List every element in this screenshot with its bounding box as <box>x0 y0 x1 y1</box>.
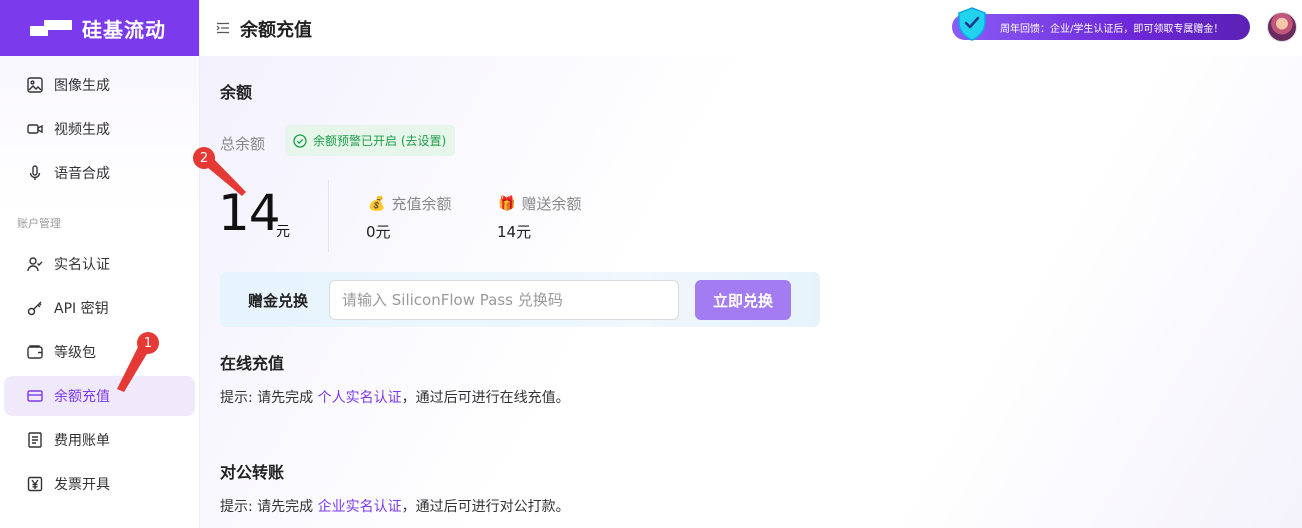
annotation-badge-2: 2 <box>193 147 215 169</box>
sidebar-item-invoice[interactable]: 发票开具 <box>4 464 195 504</box>
sidebar-item-label: 等级包 <box>54 345 96 361</box>
online-recharge-tip: 提示: 请先完成 个人实名认证，通过后可进行在线充值。 <box>220 387 570 407</box>
balance-alert-text: 余额预警已开启 (去设置) <box>313 134 447 148</box>
balance-alert-badge[interactable]: 余额预警已开启 (去设置) <box>285 125 455 156</box>
user-check-icon <box>27 257 43 272</box>
tip-suffix: ，通过后可进行对公打款。 <box>401 499 570 515</box>
corporate-transfer-tip: 提示: 请先完成 企业实名认证，通过后可进行对公打款。 <box>220 496 570 516</box>
money-bag-icon: 💰 <box>368 195 386 212</box>
sidebar-item-image-generation[interactable]: 图像生成 <box>4 65 195 105</box>
sidebar-item-label: 视频生成 <box>54 122 110 138</box>
total-balance-value: 14 <box>218 184 281 242</box>
recharge-balance-label: 💰 充值余额 <box>368 193 451 214</box>
tip-suffix: ，通过后可进行在线充值。 <box>401 390 570 406</box>
promo-text: 周年回馈：企业/学生认证后，即可领取专属赠金！ <box>1000 23 1224 35</box>
avatar[interactable] <box>1267 12 1297 42</box>
gift-icon: 🎁 <box>498 195 516 212</box>
sidebar-item-speech-synthesis[interactable]: 语音合成 <box>4 153 195 193</box>
microphone-icon <box>29 165 41 180</box>
redeem-code-input[interactable] <box>329 280 679 320</box>
gift-balance-value: 14元 <box>497 223 532 241</box>
redeem-label: 赠金兑换 <box>248 292 309 310</box>
corporate-transfer-title: 对公转账 <box>220 463 285 482</box>
yen-icon <box>27 476 43 492</box>
balance-section-title: 余额 <box>220 83 253 102</box>
gift-balance-label: 🎁 赠送余额 <box>498 193 581 214</box>
sidebar-item-label: 图像生成 <box>54 78 110 94</box>
sidebar-item-label: 语音合成 <box>54 166 110 182</box>
gift-balance-label-text: 赠送余额 <box>521 195 582 213</box>
card-icon <box>27 390 43 402</box>
sidebar-item-video-generation[interactable]: 视频生成 <box>4 109 195 149</box>
promo-banner[interactable]: 周年回馈：企业/学生认证后，即可领取专属赠金！ <box>952 7 1250 41</box>
redeem-button[interactable]: 立即兑换 <box>695 280 791 320</box>
video-icon <box>27 124 43 134</box>
top-header: 余额充值 周年回馈：企业/学生认证后，即可领取专属赠金！ <box>200 0 1302 56</box>
logo-text: 硅基流动 <box>82 17 166 42</box>
sidebar-item-billing[interactable]: 费用账单 <box>4 420 195 460</box>
page-title: 余额充值 <box>240 20 312 41</box>
annotation-badge-1: 1 <box>137 332 159 354</box>
recharge-balance-value: 0元 <box>366 223 391 241</box>
menu-collapse-icon[interactable] <box>216 21 230 35</box>
sidebar-section-title: 账户管理 <box>17 217 61 230</box>
recharge-balance-label-text: 充值余额 <box>391 195 452 213</box>
check-circle-icon <box>293 133 307 148</box>
logo[interactable]: 硅基流动 <box>0 0 199 56</box>
sidebar-item-label: 余额充值 <box>54 389 110 405</box>
sidebar-item-balance-recharge[interactable]: 余额充值 <box>4 376 195 416</box>
redeem-panel: 赠金兑换 立即兑换 <box>220 272 820 327</box>
sidebar-item-real-name-auth[interactable]: 实名认证 <box>4 244 195 284</box>
total-balance-unit: 元 <box>276 224 290 240</box>
image-icon <box>27 77 43 93</box>
sidebar-item-label: 费用账单 <box>54 433 110 449</box>
sidebar: 硅基流动 图像生成 视频生成 语音合成 账户管理 实名认证 API 密钥 等级包… <box>0 0 200 528</box>
key-icon <box>27 301 42 316</box>
sidebar-item-label: 发票开具 <box>54 477 110 493</box>
sidebar-item-tier-package[interactable]: 等级包 <box>4 332 195 372</box>
personal-verification-link[interactable]: 个人实名认证 <box>318 390 402 406</box>
main-content: 余额 总余额 余额预警已开启 (去设置) 14 元 💰 充值余额 0元 🎁 赠送… <box>200 56 1302 528</box>
total-balance-label: 总余额 <box>220 135 266 153</box>
sidebar-item-label: 实名认证 <box>54 257 110 273</box>
bill-icon <box>28 432 42 448</box>
tip-prefix: 提示: 请先完成 <box>220 390 318 406</box>
sidebar-item-api-keys[interactable]: API 密钥 <box>4 288 195 328</box>
shield-check-icon <box>958 7 986 41</box>
tip-prefix: 提示: 请先完成 <box>220 499 318 515</box>
wallet-icon <box>27 345 43 359</box>
logo-mark-icon <box>30 18 74 38</box>
enterprise-verification-link[interactable]: 企业实名认证 <box>318 499 402 515</box>
sidebar-item-label: API 密钥 <box>54 301 109 317</box>
online-recharge-title: 在线充值 <box>220 354 285 373</box>
divider <box>328 180 329 252</box>
